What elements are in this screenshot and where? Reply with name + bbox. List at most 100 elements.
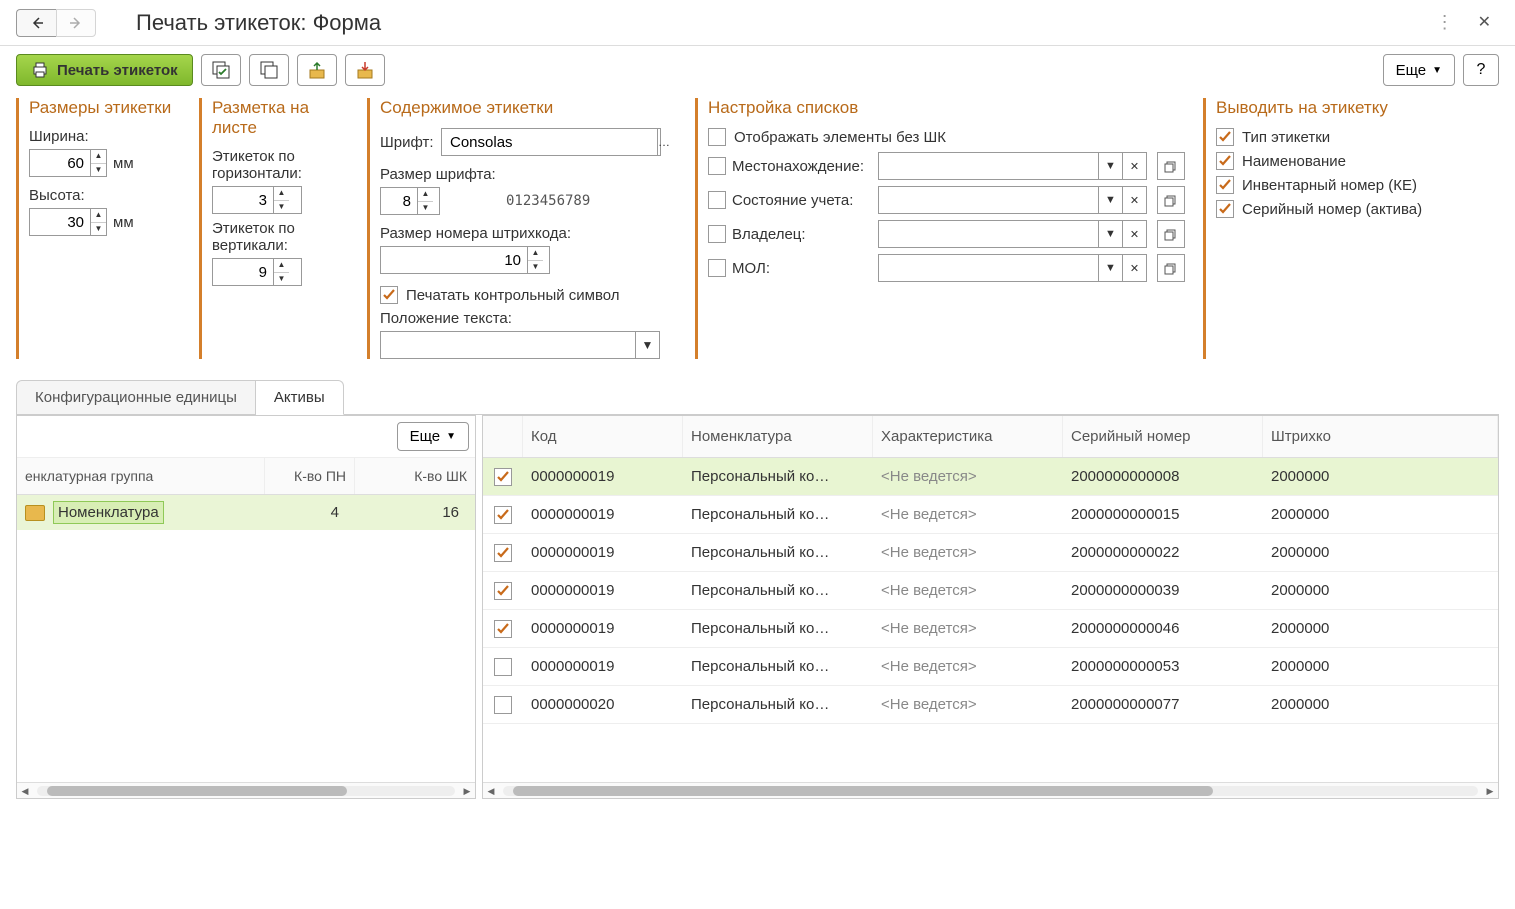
tree-col-pn[interactable]: К-во ПН bbox=[265, 458, 355, 494]
owner-check[interactable] bbox=[708, 225, 726, 243]
location-field[interactable] bbox=[879, 153, 1098, 179]
font-size-input[interactable]: ▲▼ bbox=[380, 187, 440, 215]
horiz-field[interactable] bbox=[213, 192, 273, 209]
chevron-down-icon[interactable]: ▼ bbox=[1098, 187, 1122, 213]
tree-col-bc[interactable]: К-во ШК bbox=[355, 458, 475, 494]
row-check[interactable] bbox=[494, 468, 512, 486]
clear-icon[interactable]: ✕ bbox=[1122, 255, 1146, 281]
table-row[interactable]: 0000000019 Персональный ко… <Не ведется>… bbox=[483, 496, 1498, 534]
chevron-down-icon[interactable]: ▼ bbox=[1098, 221, 1122, 247]
export-button[interactable] bbox=[297, 54, 337, 86]
output-check-1[interactable] bbox=[1216, 152, 1234, 170]
bc-size-input[interactable]: ▲▼ bbox=[380, 246, 550, 274]
ellipsis-button[interactable]: … bbox=[657, 129, 670, 155]
font-size-field[interactable] bbox=[381, 193, 417, 210]
expand-button[interactable] bbox=[1157, 152, 1185, 180]
status-check[interactable] bbox=[708, 191, 726, 209]
table-row[interactable]: 0000000019 Персональный ко… <Не ведется>… bbox=[483, 610, 1498, 648]
grid-col-nom[interactable]: Номенклатура bbox=[683, 416, 873, 457]
owner-input[interactable]: ▼ ✕ bbox=[878, 220, 1147, 248]
table-row[interactable]: 0000000019 Персональный ко… <Не ведется>… bbox=[483, 534, 1498, 572]
expand-button[interactable] bbox=[1157, 220, 1185, 248]
scroll-left-icon[interactable]: ◀ bbox=[483, 783, 499, 799]
width-spinner[interactable]: ▲▼ bbox=[90, 150, 106, 176]
font-size-spinner[interactable]: ▲▼ bbox=[417, 188, 433, 214]
output-check-3[interactable] bbox=[1216, 200, 1234, 218]
import-button[interactable] bbox=[345, 54, 385, 86]
mol-check[interactable] bbox=[708, 259, 726, 277]
row-check[interactable] bbox=[494, 544, 512, 562]
forward-button[interactable] bbox=[56, 9, 96, 37]
cell-code: 0000000019 bbox=[523, 536, 683, 569]
clear-icon[interactable]: ✕ bbox=[1122, 153, 1146, 179]
row-check[interactable] bbox=[494, 506, 512, 524]
output-check-2[interactable] bbox=[1216, 176, 1234, 194]
height-input[interactable]: ▲▼ bbox=[29, 208, 107, 236]
grid-col-bc[interactable]: Штрихко bbox=[1263, 416, 1498, 457]
scroll-right-icon[interactable]: ▶ bbox=[1482, 783, 1498, 799]
scroll-right-icon[interactable]: ▶ bbox=[459, 783, 475, 799]
right-hscroll[interactable]: ◀ ▶ bbox=[483, 782, 1498, 798]
close-button[interactable]: ✕ bbox=[1470, 8, 1499, 37]
horiz-spinner[interactable]: ▲▼ bbox=[273, 187, 289, 213]
left-hscroll[interactable]: ◀ ▶ bbox=[17, 782, 475, 798]
font-field[interactable] bbox=[442, 129, 657, 155]
owner-field[interactable] bbox=[879, 221, 1098, 247]
vert-spinner[interactable]: ▲▼ bbox=[273, 259, 289, 285]
bc-size-field[interactable] bbox=[381, 252, 527, 269]
chevron-down-icon[interactable]: ▼ bbox=[1098, 153, 1122, 179]
table-row[interactable]: 0000000019 Персональный ко… <Не ведется>… bbox=[483, 648, 1498, 686]
expand-button[interactable] bbox=[1157, 186, 1185, 214]
clear-icon[interactable]: ✕ bbox=[1122, 221, 1146, 247]
grid-col-char[interactable]: Характеристика bbox=[873, 416, 1063, 457]
row-check[interactable] bbox=[494, 582, 512, 600]
no-bc-check[interactable] bbox=[708, 128, 726, 146]
table-row[interactable]: 0000000019 Персональный ко… <Не ведется>… bbox=[483, 572, 1498, 610]
tab-config-units[interactable]: Конфигурационные единицы bbox=[16, 380, 256, 415]
tree-row[interactable]: Номенклатура 4 16 bbox=[17, 495, 475, 530]
mol-input[interactable]: ▼ ✕ bbox=[878, 254, 1147, 282]
chevron-down-icon[interactable]: ▼ bbox=[1098, 255, 1122, 281]
grid-col-check[interactable] bbox=[483, 416, 523, 457]
uncheck-all-button[interactable] bbox=[249, 54, 289, 86]
expand-button[interactable] bbox=[1157, 254, 1185, 282]
height-spinner[interactable]: ▲▼ bbox=[90, 209, 106, 235]
scroll-left-icon[interactable]: ◀ bbox=[17, 783, 33, 799]
height-field[interactable] bbox=[30, 214, 90, 231]
vert-field[interactable] bbox=[213, 264, 273, 281]
text-pos-select[interactable]: ▼ bbox=[380, 331, 660, 359]
horiz-input[interactable]: ▲▼ bbox=[212, 186, 302, 214]
font-select[interactable]: … bbox=[441, 128, 661, 156]
vert-input[interactable]: ▲▼ bbox=[212, 258, 302, 286]
control-char-check[interactable] bbox=[380, 286, 398, 304]
more-menu-button[interactable]: Еще ▼ bbox=[1383, 54, 1455, 86]
width-field[interactable] bbox=[30, 155, 90, 172]
tree-col-group[interactable]: енклатурная группа bbox=[17, 458, 265, 494]
row-check[interactable] bbox=[494, 696, 512, 714]
status-input[interactable]: ▼ ✕ bbox=[878, 186, 1147, 214]
check-icon bbox=[496, 470, 510, 484]
text-pos-field[interactable] bbox=[381, 332, 635, 358]
chevron-down-icon[interactable]: ▼ bbox=[635, 332, 659, 358]
row-check[interactable] bbox=[494, 620, 512, 638]
clear-icon[interactable]: ✕ bbox=[1122, 187, 1146, 213]
table-row[interactable]: 0000000019 Персональный ко… <Не ведется>… bbox=[483, 458, 1498, 496]
location-input[interactable]: ▼ ✕ bbox=[878, 152, 1147, 180]
left-more-button[interactable]: Еще ▼ bbox=[397, 422, 469, 451]
output-check-0[interactable] bbox=[1216, 128, 1234, 146]
help-button[interactable]: ? bbox=[1463, 54, 1499, 86]
mol-field[interactable] bbox=[879, 255, 1098, 281]
row-check[interactable] bbox=[494, 658, 512, 676]
width-input[interactable]: ▲▼ bbox=[29, 149, 107, 177]
print-labels-button[interactable]: Печать этикеток bbox=[16, 54, 193, 86]
check-all-button[interactable] bbox=[201, 54, 241, 86]
table-row[interactable]: 0000000020 Персональный ко… <Не ведется>… bbox=[483, 686, 1498, 724]
location-check[interactable] bbox=[708, 157, 726, 175]
tab-assets[interactable]: Активы bbox=[256, 380, 344, 415]
grid-col-code[interactable]: Код bbox=[523, 416, 683, 457]
kebab-menu-icon[interactable]: ⋮ bbox=[1428, 8, 1462, 37]
grid-col-ser[interactable]: Серийный номер bbox=[1063, 416, 1263, 457]
back-button[interactable] bbox=[16, 9, 56, 37]
status-field[interactable] bbox=[879, 187, 1098, 213]
bc-size-spinner[interactable]: ▲▼ bbox=[527, 247, 543, 273]
